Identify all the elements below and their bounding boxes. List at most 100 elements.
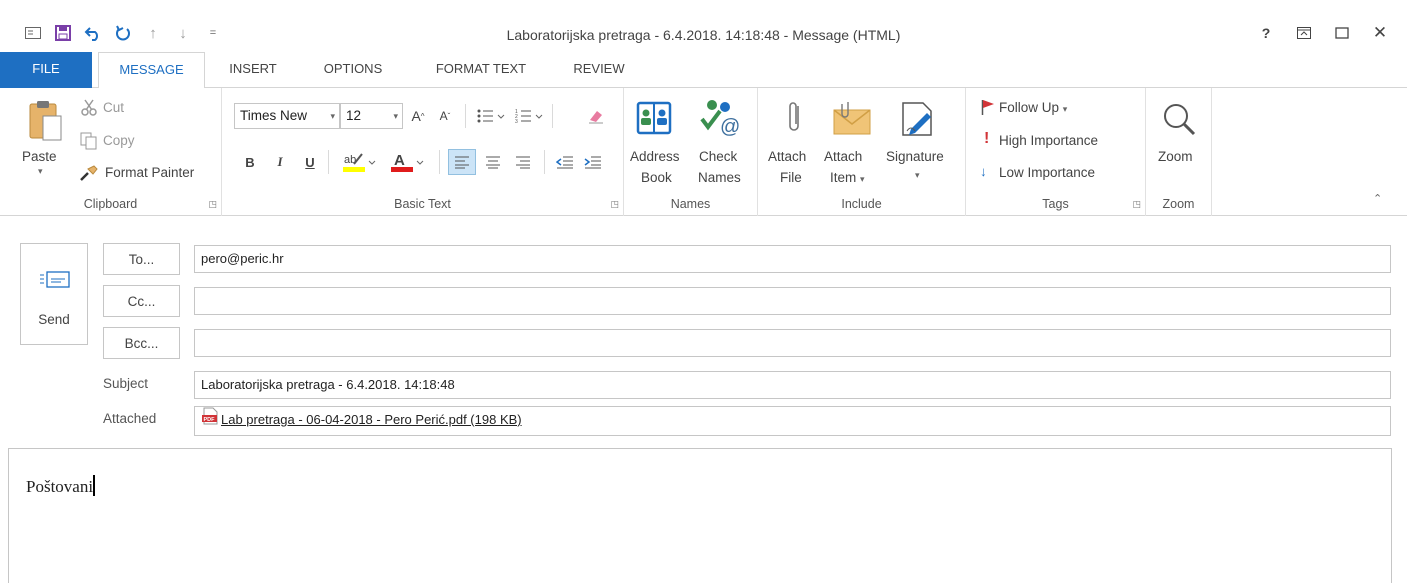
window-title: Laboratorijska pretraga - 6.4.2018. 14:1… — [506, 27, 901, 43]
attach-file-label-line2[interactable]: File — [780, 170, 802, 185]
paste-label[interactable]: Paste — [22, 149, 57, 164]
decrease-indent-button[interactable] — [552, 151, 578, 173]
attach-item-icon[interactable] — [828, 96, 874, 140]
align-left-button[interactable] — [448, 149, 476, 175]
check-names-label-line1[interactable]: Check — [699, 149, 737, 164]
align-right-button[interactable] — [510, 151, 536, 173]
font-name-combo[interactable]: Times New ▾ — [234, 103, 340, 129]
clear-formatting-button[interactable] — [584, 105, 608, 127]
clipboard-dialog-launcher-icon[interactable]: ◳ — [208, 199, 217, 210]
shrink-font-icon: A — [439, 109, 448, 123]
attachment-link[interactable]: Lab pretraga - 06-04-2018 - Pero Perić.p… — [221, 412, 522, 427]
copy-label[interactable]: Copy — [103, 133, 135, 148]
format-painter-label[interactable]: Format Painter — [105, 165, 194, 180]
font-color-button[interactable]: A — [388, 148, 428, 176]
to-button[interactable]: To... — [103, 243, 180, 275]
bcc-button[interactable]: Bcc... — [103, 327, 180, 359]
bullets-button[interactable] — [474, 105, 508, 127]
bcc-field[interactable] — [194, 329, 1391, 357]
zoom-icon[interactable] — [1158, 98, 1200, 140]
low-importance-label[interactable]: Low Importance — [999, 165, 1095, 180]
zoom-group-label: Zoom — [1162, 197, 1195, 211]
highlight-color-button[interactable]: ab — [340, 148, 380, 176]
send-button[interactable]: Send — [20, 243, 88, 345]
numbering-button[interactable]: 123 — [512, 105, 546, 127]
cc-field[interactable] — [194, 287, 1391, 315]
low-importance-icon[interactable]: ↓ — [980, 164, 987, 179]
check-names-label-line2[interactable]: Names — [698, 170, 741, 185]
check-names-icon[interactable]: @ — [696, 96, 744, 140]
grow-font-button[interactable]: A ^ — [407, 105, 429, 127]
address-book-icon[interactable] — [634, 98, 674, 138]
shrink-font-button[interactable]: Aˇ — [434, 105, 456, 127]
separator — [328, 150, 329, 174]
subject-field[interactable]: Laboratorijska pretraga - 6.4.2018. 14:1… — [194, 371, 1391, 399]
high-importance-icon[interactable]: ! — [984, 130, 989, 148]
ribbon: Paste ▾ Cut Copy Format Painter Clipboar… — [0, 88, 1407, 216]
cut-label[interactable]: Cut — [103, 100, 124, 115]
address-book-label-line2[interactable]: Book — [641, 170, 672, 185]
grow-font-icon: A — [411, 108, 421, 124]
collapse-ribbon-icon[interactable]: ⌃ — [1373, 192, 1382, 205]
message-body[interactable]: Poštovani — [8, 448, 1392, 583]
underline-button[interactable]: U — [300, 151, 320, 173]
tags-dialog-launcher-icon[interactable]: ◳ — [1132, 199, 1141, 210]
increase-indent-button[interactable] — [580, 151, 606, 173]
paste-icon[interactable] — [20, 98, 70, 142]
ribbon-tabs: FILE MESSAGE INSERT OPTIONS FORMAT TEXT … — [0, 52, 1407, 89]
attach-item-label-line2[interactable]: Item ▾ — [830, 170, 865, 185]
attach-file-label-line1[interactable]: Attach — [768, 149, 806, 164]
tab-insert[interactable]: INSERT — [220, 52, 286, 88]
tab-options[interactable]: OPTIONS — [308, 52, 398, 88]
follow-up-button[interactable]: Follow Up ▾ — [999, 100, 1067, 115]
tags-group: Follow Up ▾ ! High Importance ↓ Low Impo… — [966, 88, 1146, 216]
signature-label[interactable]: Signature — [886, 149, 944, 164]
zoom-label[interactable]: Zoom — [1158, 149, 1193, 164]
ribbon-display-options-icon[interactable] — [1285, 22, 1323, 44]
names-group-label: Names — [670, 197, 711, 211]
title-bar: ↑ ↓ = Laboratorijska pretraga - 6.4.2018… — [0, 0, 1407, 52]
svg-text:A: A — [394, 152, 405, 169]
format-painter-icon[interactable] — [78, 163, 100, 183]
include-group-label: Include — [841, 197, 882, 211]
names-group: Address Book @ Check Names Names — [624, 88, 758, 216]
body-text: Poštovani — [26, 477, 94, 496]
tab-file[interactable]: FILE — [0, 52, 92, 88]
chevron-down-icon: ▾ — [330, 111, 335, 121]
signature-icon[interactable] — [894, 97, 940, 141]
bold-button[interactable]: B — [240, 151, 260, 173]
font-size-combo[interactable]: 12 ▾ — [340, 103, 403, 129]
attachment-well: PDF Lab pretraga - 06-04-2018 - Pero Per… — [194, 406, 1391, 436]
italic-button[interactable]: I — [270, 151, 290, 173]
address-book-label-line1[interactable]: Address — [630, 149, 680, 164]
copy-icon[interactable] — [78, 131, 100, 151]
signature-dropdown-icon[interactable]: ▾ — [915, 170, 920, 181]
cc-button[interactable]: Cc... — [103, 285, 180, 317]
tab-review[interactable]: REVIEW — [560, 52, 638, 88]
attach-file-icon[interactable] — [780, 98, 810, 138]
separator — [544, 150, 545, 174]
tags-group-label: Tags — [1042, 197, 1069, 211]
chevron-down-icon: ▾ — [860, 174, 865, 184]
basic-text-group-label: Basic Text — [394, 197, 451, 211]
basic-text-dialog-launcher-icon[interactable]: ◳ — [610, 199, 619, 210]
high-importance-label[interactable]: High Importance — [999, 133, 1098, 148]
clipboard-group: Paste ▾ Cut Copy Format Painter Clipboar… — [0, 88, 222, 216]
basic-text-group: Times New ▾ 12 ▾ A ^ Aˇ 123 B I U ab A B… — [222, 88, 624, 216]
tab-format-text[interactable]: FORMAT TEXT — [417, 52, 545, 88]
include-group: Attach File Attach Item ▾ Signature ▾ In… — [758, 88, 966, 216]
send-icon — [35, 268, 75, 292]
tab-message[interactable]: MESSAGE — [98, 52, 205, 89]
separator — [552, 104, 553, 128]
chevron-down-icon: ▾ — [1062, 104, 1068, 114]
close-icon[interactable]: ✕ — [1361, 22, 1399, 44]
paste-dropdown-icon[interactable]: ▾ — [38, 166, 43, 177]
clipboard-group-label: Clipboard — [83, 197, 138, 211]
to-field[interactable]: pero@peric.hr — [194, 245, 1391, 273]
align-center-button[interactable] — [480, 151, 506, 173]
flag-icon[interactable] — [980, 98, 996, 116]
help-icon[interactable]: ? — [1247, 22, 1285, 44]
cut-icon[interactable] — [78, 98, 100, 118]
attach-item-label-line1[interactable]: Attach — [824, 149, 862, 164]
maximize-icon[interactable] — [1323, 22, 1361, 44]
